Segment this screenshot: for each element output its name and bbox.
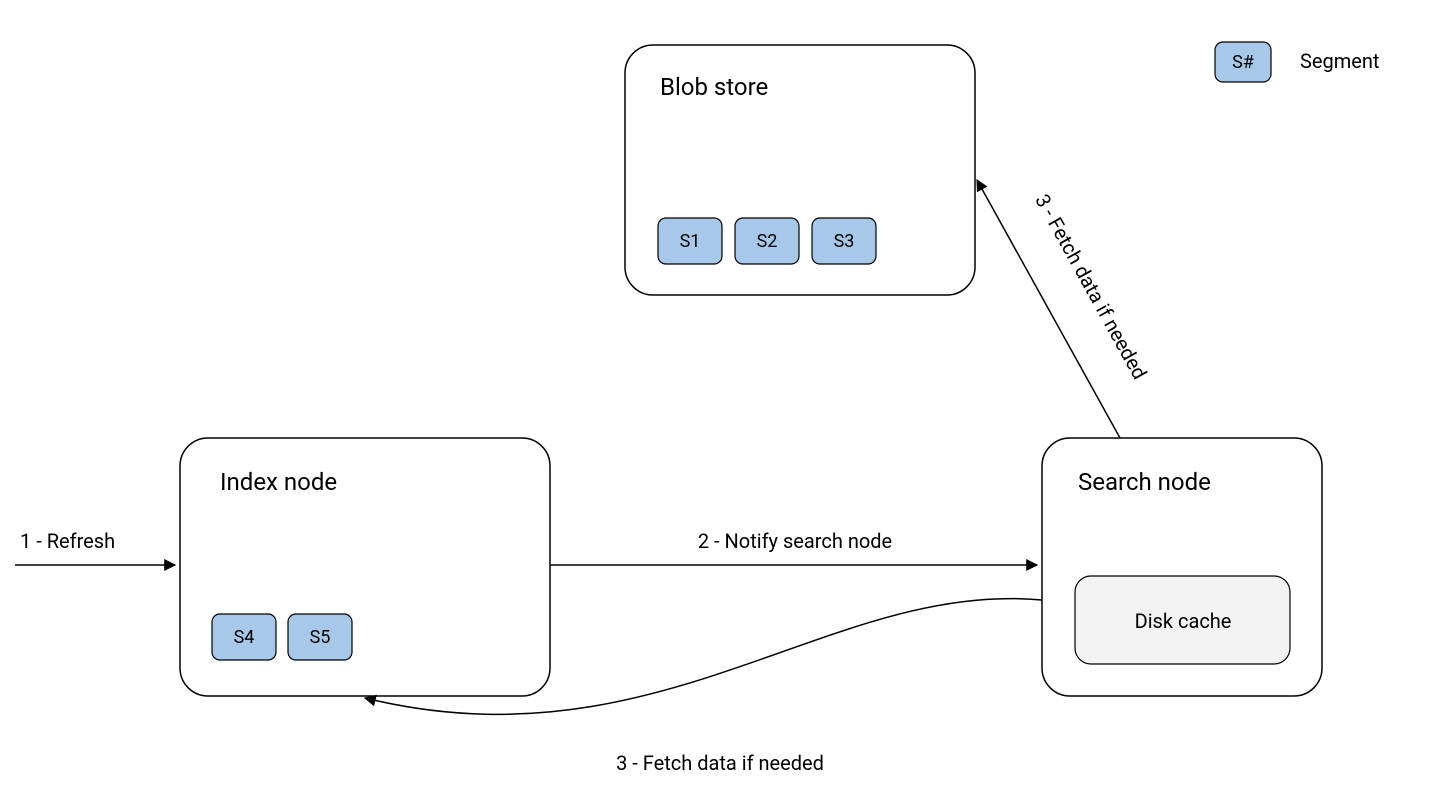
edge-refresh: 1 - Refresh bbox=[15, 529, 175, 565]
index-node: Index node S4 S5 bbox=[180, 438, 550, 696]
blob-store-node: Blob store S1 S2 S3 bbox=[625, 45, 975, 295]
search-node: Search node Disk cache bbox=[1042, 438, 1322, 696]
blob-store-title: Blob store bbox=[660, 73, 768, 101]
legend-swatch-label: S# bbox=[1232, 52, 1254, 73]
segment-s5-label: S5 bbox=[310, 627, 331, 648]
disk-cache-label: Disk cache bbox=[1135, 609, 1232, 633]
search-node-title: Search node bbox=[1078, 468, 1211, 496]
index-node-title: Index node bbox=[220, 468, 337, 496]
edge-refresh-label: 1 - Refresh bbox=[20, 529, 115, 553]
edge-notify: 2 - Notify search node bbox=[550, 529, 1037, 565]
segment-s3-label: S3 bbox=[834, 231, 855, 252]
blob-store-segments: S1 S2 S3 bbox=[658, 218, 876, 264]
legend: S# Segment bbox=[1215, 42, 1379, 82]
legend-description: Segment bbox=[1300, 49, 1379, 73]
edge-fetch-index-label: 3 - Fetch data if needed bbox=[616, 751, 824, 775]
segment-s1-label: S1 bbox=[680, 231, 701, 252]
edge-fetch-blob-label: 3 - Fetch data if needed bbox=[1030, 190, 1152, 383]
segment-s4-label: S4 bbox=[234, 627, 255, 648]
edge-fetch-blob: 3 - Fetch data if needed bbox=[977, 180, 1152, 438]
segment-s2-label: S2 bbox=[757, 231, 778, 252]
edge-notify-label: 2 - Notify search node bbox=[698, 529, 892, 553]
